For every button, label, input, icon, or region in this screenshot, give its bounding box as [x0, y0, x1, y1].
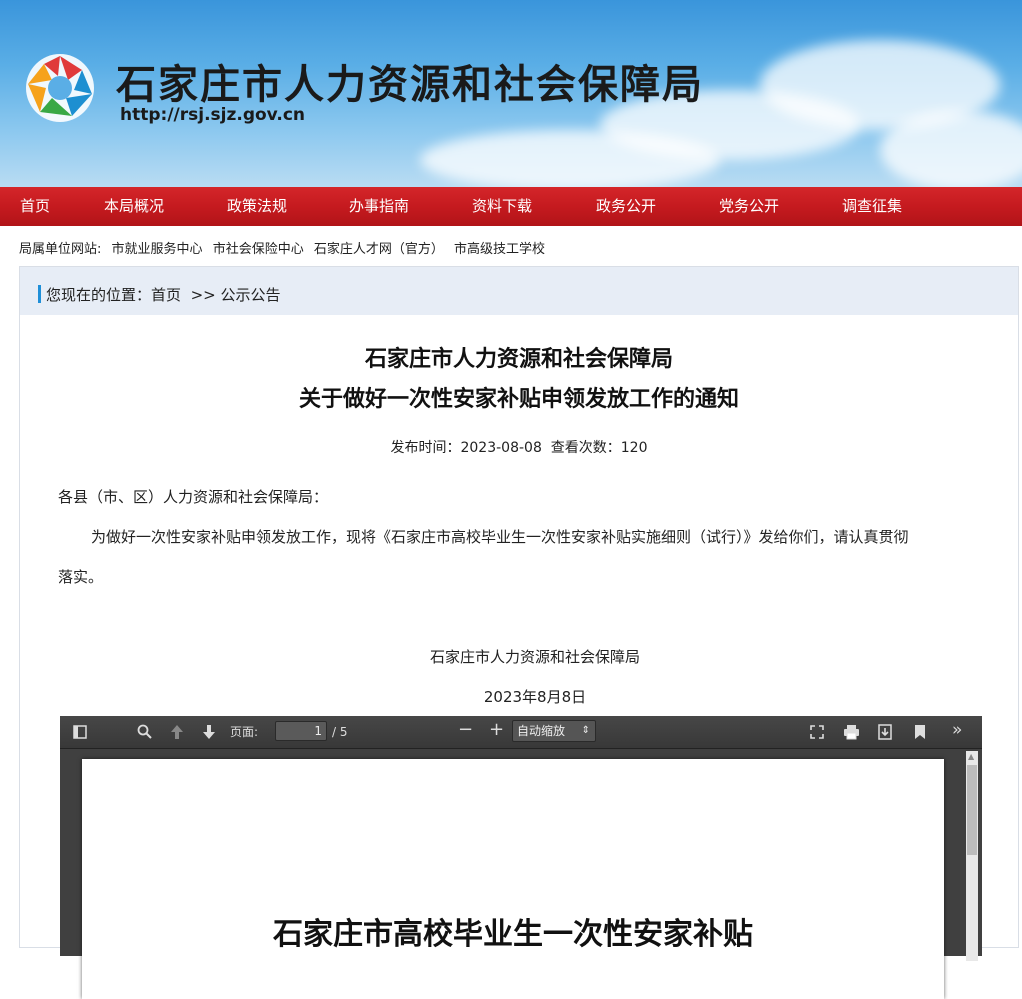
nav-item-gov-affairs[interactable]: 政务公开: [596, 187, 656, 226]
views-count: 120: [620, 440, 648, 456]
article-salutation: 各县（市、区）人力资源和社会保障局：: [58, 488, 329, 506]
scrollbar-thumb[interactable]: [967, 765, 977, 855]
zoom-select[interactable]: 自动缩放 ⇕: [512, 720, 596, 742]
zoom-value: 自动缩放: [517, 724, 566, 738]
page-number-input[interactable]: 1: [275, 721, 327, 741]
nav-item-home[interactable]: 首页: [20, 187, 50, 226]
pdf-scrollbar[interactable]: ▲: [966, 751, 978, 961]
views-label: 查看次数：: [550, 440, 621, 456]
affiliate-link-employment[interactable]: 市就业服务中心: [112, 242, 203, 257]
affiliate-link-talent[interactable]: 石家庄人才网（官方）: [314, 242, 444, 257]
sidebar-toggle-icon[interactable]: [73, 725, 87, 739]
pdf-toolbar: 页面: 1 / 5 − + 自动缩放 ⇕ »: [60, 716, 982, 749]
article-title-line1: 石家庄市人力资源和社会保障局: [364, 347, 673, 372]
select-arrows-icon: ⇕: [581, 725, 590, 736]
tools-more-icon[interactable]: »: [952, 721, 962, 739]
affiliate-label: 局属单位网站:: [19, 242, 102, 257]
nav-item-survey[interactable]: 调查征集: [842, 187, 902, 226]
content-panel: 您现在的位置：首页 >> 公示公告 石家庄市人力资源和社会保障局 关于做好一次性…: [19, 266, 1019, 999]
scroll-up-icon[interactable]: ▲: [968, 752, 974, 761]
signature-date: 2023年8月8日: [483, 688, 587, 706]
previous-page-icon[interactable]: [170, 724, 184, 740]
pdf-page: 石家庄市高校毕业生一次性安家补贴: [82, 759, 944, 999]
nav-item-overview[interactable]: 本局概况: [104, 187, 164, 226]
signature-org: 石家庄市人力资源和社会保障局: [429, 648, 640, 666]
site-header: 石家庄市人力资源和社会保障局 http://rsj.sjz.gov.cn: [0, 0, 1022, 187]
article-meta: 发布时间：2023-08-08 查看次数：120: [20, 437, 1018, 457]
breadcrumb: 您现在的位置：首页 >> 公示公告: [20, 267, 1018, 315]
affiliate-link-tech-school[interactable]: 市高级技工学校: [454, 242, 545, 257]
pdf-page-heading: 石家庄市高校毕业生一次性安家补贴: [273, 917, 753, 952]
affiliate-sites: 局属单位网站: 市就业服务中心 市社会保险中心 石家庄人才网（官方） 市高级技工…: [19, 238, 551, 257]
presentation-mode-icon[interactable]: [810, 725, 824, 739]
breadcrumb-separator: >>: [190, 286, 216, 304]
nav-item-service-guide[interactable]: 办事指南: [349, 187, 409, 226]
affiliate-link-social-insurance[interactable]: 市社会保险中心: [213, 242, 304, 257]
breadcrumb-marker: [38, 285, 41, 303]
search-icon[interactable]: [137, 724, 152, 739]
pdf-viewer: 页面: 1 / 5 − + 自动缩放 ⇕ » 石家庄市高校毕业生一次性安家补贴 …: [60, 716, 982, 999]
breadcrumb-prefix: 您现在的位置：: [46, 286, 152, 304]
zoom-in-icon[interactable]: +: [489, 721, 504, 739]
breadcrumb-current[interactable]: 公示公告: [221, 286, 281, 304]
bookmark-icon[interactable]: [914, 724, 926, 740]
zoom-out-icon[interactable]: −: [458, 721, 473, 739]
bureau-logo[interactable]: [22, 50, 98, 126]
nav-item-policies[interactable]: 政策法规: [227, 187, 287, 226]
article-body-line1: 为做好一次性安家补贴申领发放工作，现将《石家庄市高校毕业生一次性安家补贴实施细则…: [91, 528, 909, 546]
main-nav: 首页 本局概况 政策法规 办事指南 资料下载 政务公开 党务公开 调查征集: [0, 187, 1022, 226]
download-icon[interactable]: [878, 724, 892, 740]
next-page-icon[interactable]: [202, 724, 216, 740]
publish-label: 发布时间：: [390, 440, 461, 456]
article-title-line2: 关于做好一次性安家补贴申领发放工作的通知: [298, 387, 739, 412]
site-title: 石家庄市人力资源和社会保障局: [116, 61, 704, 108]
breadcrumb-home[interactable]: 首页: [151, 286, 181, 304]
nav-item-party-affairs[interactable]: 党务公开: [719, 187, 779, 226]
nav-item-downloads[interactable]: 资料下载: [472, 187, 532, 226]
page-label: 页面:: [230, 725, 259, 739]
publish-date: 2023-08-08: [460, 440, 542, 456]
print-icon[interactable]: [843, 724, 860, 740]
site-url[interactable]: http://rsj.sjz.gov.cn: [120, 105, 305, 125]
page-total: / 5: [332, 725, 348, 739]
article-body-line2: 落实。: [58, 568, 104, 586]
